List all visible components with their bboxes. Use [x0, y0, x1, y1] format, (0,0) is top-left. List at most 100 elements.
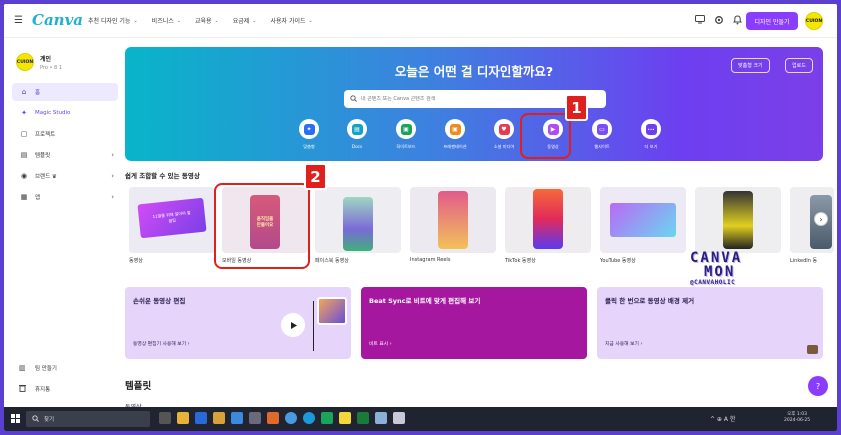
profile-plan: Pro • 8 1 — [40, 64, 63, 71]
edge-icon[interactable] — [303, 412, 315, 424]
app-icon[interactable] — [375, 412, 387, 424]
video-card[interactable]: 11월을 위해 알아야 할 꿀팁 — [129, 187, 215, 253]
app-icon[interactable] — [321, 412, 333, 424]
app-icon[interactable] — [213, 412, 225, 424]
nav-education[interactable]: 교육용 ⌄ — [195, 16, 219, 26]
profile[interactable]: CUION 계인 Pro • 8 1 — [16, 53, 62, 71]
avatar[interactable]: CUION — [805, 12, 823, 30]
category-label: 프레젠테이션 — [443, 144, 467, 149]
taskbar-apps — [159, 412, 405, 424]
sidebar-bottom: ▥ 팀 만들기 휴지통 — [12, 359, 118, 401]
app-icon[interactable] — [267, 412, 279, 424]
system-tray[interactable]: ^ ⊕ A 한 — [710, 414, 735, 423]
taskview-icon[interactable] — [159, 412, 171, 424]
section-title: 쉽게 조합할 수 있는 동영상 — [125, 172, 200, 180]
category-whiteboard[interactable]: ▣ 화이트보드 — [386, 119, 426, 150]
category-label: 더 보기 — [644, 144, 658, 149]
category-label: 소셜 미디어 — [493, 144, 515, 149]
create-design-button[interactable]: 디자인 만들기 — [746, 12, 798, 30]
sidebar-item-home[interactable]: ⌂ 홈 — [12, 83, 118, 101]
heart-icon: ♥ — [498, 123, 510, 135]
video-card[interactable] — [505, 187, 591, 253]
category-more[interactable]: ••• 더 보기 — [631, 119, 671, 150]
monitor-icon[interactable] — [694, 14, 705, 25]
magic-icon: ✦ — [21, 109, 27, 117]
menu-icon[interactable]: ☰ — [14, 15, 23, 26]
feature-video-editor[interactable]: 손쉬운 동영상 편집 동영상 편집기 사용해 보기 › — [125, 287, 351, 359]
app-icon[interactable] — [249, 412, 261, 424]
taskbar-search[interactable]: 찾기 — [26, 411, 150, 427]
video-card-label: Instagram Reels — [410, 257, 451, 263]
chevron-down-icon: ⌄ — [214, 17, 219, 24]
feature-bg-remover[interactable]: 클릭 한 번으로 동영상 배경 제거 지금 사용해 보기 › — [597, 287, 823, 359]
step-badge-1: 1 — [565, 94, 588, 121]
feature-link[interactable]: 지금 사용해 보기 › — [605, 340, 642, 347]
top-icons — [694, 14, 743, 25]
carousel-next-button[interactable]: › — [814, 212, 828, 226]
category-website[interactable]: ▭ 웹사이트 — [582, 119, 622, 150]
watermark-handle: @CANVAHOLIC — [690, 279, 736, 286]
nav-guide[interactable]: 사용자 가이드 ⌄ — [271, 16, 313, 26]
sidebar-item-label: 홈 — [35, 90, 41, 96]
category-custom[interactable]: ✦ 맞춤형 — [289, 119, 329, 150]
video-card[interactable] — [695, 187, 781, 253]
category-docs[interactable]: ▤ Docs — [337, 119, 377, 149]
category-social-media[interactable]: ♥ 소셜 미디어 — [484, 119, 524, 150]
video-card[interactable] — [410, 187, 496, 253]
chevron-right-icon: › — [111, 172, 114, 180]
chrome-icon[interactable] — [285, 412, 297, 424]
chevron-down-icon: ⌄ — [308, 17, 313, 24]
windows-start-icon[interactable] — [11, 414, 20, 423]
apps-icon: ▦ — [20, 193, 28, 201]
video-card-label: 페이스북 동영상 — [315, 258, 349, 264]
sidebar-item-label: 브랜드 ♛ — [35, 174, 57, 180]
feature-link[interactable]: 동영상 편집기 사용해 보기 › — [133, 340, 190, 347]
design-categories: ✦ 맞춤형 ▤ Docs ▣ 화이트보드 ▣ 프레젠테이션 ♥ 소셜 미디어 ▶… — [289, 119, 669, 155]
templates-heading: 템플릿 — [125, 381, 152, 392]
category-presentation[interactable]: ▣ 프레젠테이션 — [435, 119, 475, 150]
taskbar-clock[interactable]: 오후 1:03 2024-06-25 — [784, 412, 810, 424]
category-label: 화이트보드 — [396, 144, 416, 149]
feature-beat-sync[interactable]: Beat Sync로 비트에 맞게 편집해 보기 비트 표시 › — [361, 287, 587, 359]
nav-pricing[interactable]: 요금제 ⌄ — [233, 16, 257, 26]
search-input[interactable] — [361, 96, 591, 102]
sidebar-item-label: 휴지통 — [35, 387, 51, 393]
sidebar-item-projects[interactable]: ▢ 프로젝트 — [12, 125, 118, 143]
sidebar-item-trash[interactable]: 휴지통 — [12, 380, 118, 398]
excel-icon[interactable] — [357, 412, 369, 424]
brand-icon: ◉ — [20, 172, 28, 180]
app-icon[interactable] — [393, 412, 405, 424]
website-icon: ▭ — [596, 123, 608, 135]
app-window: ☰ Canva 추천 디자인 기능 ⌄ 비즈니스 ⌄ 교육용 ⌄ 요금제 ⌄ 사용자 가… — [4, 4, 837, 431]
kakaotalk-icon[interactable] — [339, 412, 351, 424]
bell-icon[interactable] — [732, 14, 743, 25]
app-icon[interactable] — [231, 412, 243, 424]
video-card[interactable] — [600, 187, 686, 253]
canva-logo[interactable]: Canva — [32, 11, 83, 29]
upload-button[interactable]: 업로드 — [785, 58, 813, 73]
canvamon-watermark: CANVA MON @CANVAHOLIC — [690, 251, 742, 287]
feature-link[interactable]: 비트 표시 › — [369, 340, 392, 347]
watermark-line-1: CANVA — [690, 250, 743, 266]
sidebar-item-templates[interactable]: ▤ 템플릿 › — [12, 146, 118, 164]
nav-featured[interactable]: 추천 디자인 기능 ⌄ — [88, 16, 138, 26]
help-button[interactable]: ? — [808, 376, 828, 396]
sidebar-item-magic-studio[interactable]: ✦ Magic Studio — [12, 104, 118, 122]
video-card[interactable] — [315, 187, 401, 253]
profile-name: 계인 — [40, 55, 52, 63]
play-icon[interactable] — [281, 313, 305, 337]
sidebar-nav: ⌂ 홈 ✦ Magic Studio ▢ 프로젝트 ▤ 템플릿 › ◉ 브랜드 … — [12, 83, 118, 209]
app-icon[interactable] — [195, 412, 207, 424]
gear-icon[interactable] — [713, 14, 724, 25]
category-label: 웹사이트 — [594, 144, 610, 149]
sidebar-item-create-team[interactable]: ▥ 팀 만들기 — [12, 359, 118, 377]
file-explorer-icon[interactable] — [177, 412, 189, 424]
sidebar-item-apps[interactable]: ▦ 앱 › — [12, 188, 118, 206]
custom-size-button[interactable]: 맞춤형 크기 — [731, 58, 770, 73]
highlight-mobile-video — [214, 183, 310, 269]
nav-business[interactable]: 비즈니스 ⌄ — [152, 16, 181, 26]
sidebar-item-brand[interactable]: ◉ 브랜드 ♛ › — [12, 167, 118, 185]
more-icon: ••• — [645, 123, 657, 135]
docs-icon: ▤ — [351, 123, 363, 135]
watermark-line-2: MON — [704, 264, 736, 280]
